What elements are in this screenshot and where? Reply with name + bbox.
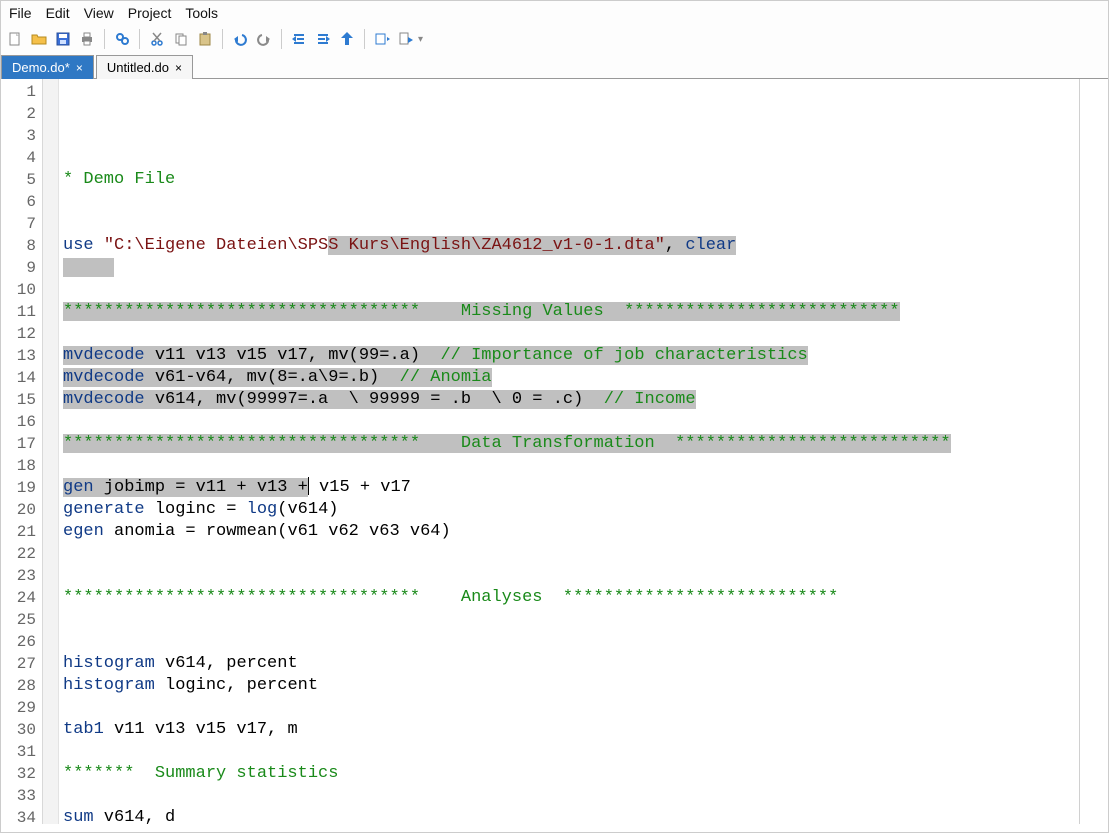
menu-project[interactable]: Project — [128, 5, 172, 21]
run-icon[interactable] — [396, 29, 416, 49]
toolbar: ▾ — [1, 27, 1108, 53]
toolbar-separator — [364, 29, 365, 49]
bookmark-next-icon[interactable] — [372, 29, 392, 49]
find-icon[interactable] — [112, 29, 132, 49]
menubar: File Edit View Project Tools — [1, 1, 1108, 27]
save-icon[interactable] — [53, 29, 73, 49]
print-icon[interactable] — [77, 29, 97, 49]
tab-label: Demo.do* — [12, 60, 70, 75]
close-icon[interactable]: × — [175, 62, 182, 74]
bookmark-toggle-icon[interactable] — [337, 29, 357, 49]
menu-file[interactable]: File — [9, 5, 32, 21]
tabstrip: Demo.do* × Untitled.do × — [1, 53, 1108, 79]
toolbar-separator — [139, 29, 140, 49]
open-folder-icon[interactable] — [29, 29, 49, 49]
tab-demo-do[interactable]: Demo.do* × — [1, 55, 94, 79]
toolbar-separator — [281, 29, 282, 49]
new-file-icon[interactable] — [5, 29, 25, 49]
paste-icon[interactable] — [195, 29, 215, 49]
line-number-gutter: 1234567891011121314151617181920212223242… — [1, 79, 43, 824]
redo-icon[interactable] — [254, 29, 274, 49]
bookmark-strip — [43, 79, 59, 824]
close-icon[interactable]: × — [76, 62, 83, 74]
tab-label: Untitled.do — [107, 60, 169, 75]
toolbar-separator — [222, 29, 223, 49]
code-area[interactable]: * Demo File use "C:\Eigene Dateien\SPSS … — [59, 79, 1108, 824]
menu-edit[interactable]: Edit — [46, 5, 70, 21]
code-editor[interactable]: 1234567891011121314151617181920212223242… — [1, 79, 1108, 824]
unindent-icon[interactable] — [313, 29, 333, 49]
toolbar-overflow-icon[interactable]: ▾ — [418, 34, 423, 45]
toolbar-separator — [104, 29, 105, 49]
copy-icon[interactable] — [171, 29, 191, 49]
cut-icon[interactable] — [147, 29, 167, 49]
menu-view[interactable]: View — [84, 5, 114, 21]
undo-icon[interactable] — [230, 29, 250, 49]
indent-icon[interactable] — [289, 29, 309, 49]
tab-untitled-do[interactable]: Untitled.do × — [96, 55, 193, 79]
menu-tools[interactable]: Tools — [185, 5, 218, 21]
